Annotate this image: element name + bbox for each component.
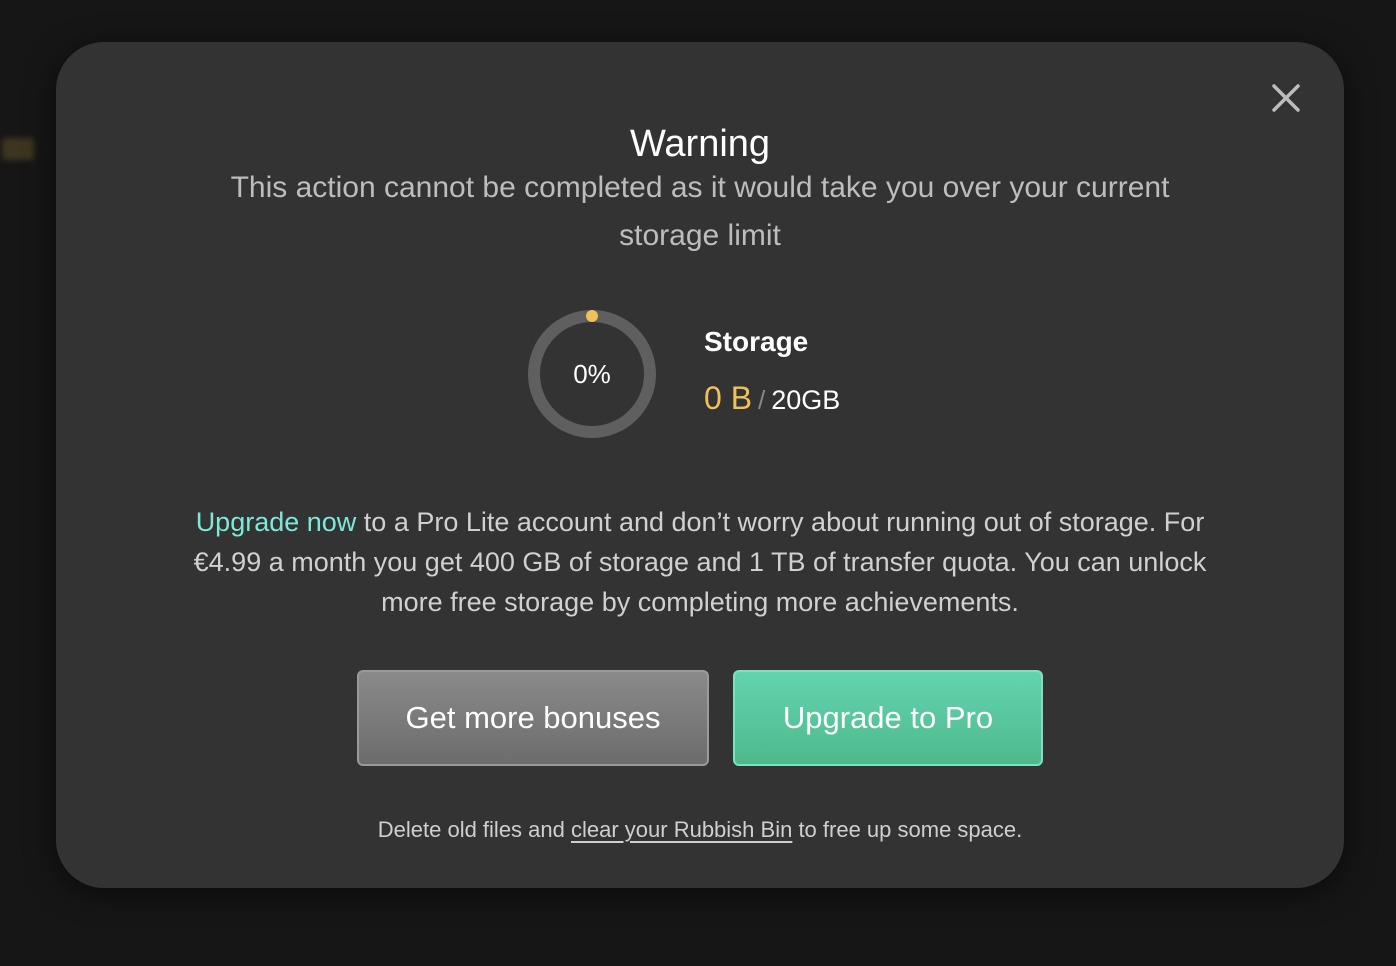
- dialog-description: This action cannot be completed as it wo…: [230, 171, 1170, 252]
- background-text-blur: [2, 76, 52, 92]
- storage-title: Storage: [704, 326, 809, 357]
- footer-text-after: to free up some space.: [792, 817, 1023, 842]
- get-more-bonuses-button[interactable]: Get more bonuses: [357, 670, 709, 766]
- close-button[interactable]: [1266, 78, 1306, 118]
- background-folder-icon: [2, 138, 34, 160]
- storage-total-value: 20GB: [771, 385, 841, 415]
- storage-usage: 0 B/20GB: [704, 378, 840, 425]
- clear-rubbish-bin-link[interactable]: clear your Rubbish Bin: [571, 817, 792, 842]
- storage-progress-ring: 0%: [526, 308, 658, 440]
- upgrade-to-pro-button[interactable]: Upgrade to Pro: [733, 670, 1043, 766]
- upsell-text: Upgrade now to a Pro Lite account and do…: [160, 502, 1240, 622]
- close-icon: [1272, 84, 1300, 112]
- footer-hint: Delete old files and clear your Rubbish …: [56, 814, 1344, 846]
- footer-text-before: Delete old files and: [377, 817, 571, 842]
- storage-used-value: 0 B: [704, 380, 753, 416]
- storage-warning-dialog: Warning This action cannot be completed …: [56, 42, 1344, 888]
- storage-percent-label: 0%: [573, 359, 611, 389]
- storage-separator: /: [758, 385, 766, 415]
- dialog-title: Warning: [629, 123, 771, 165]
- upgrade-now-link[interactable]: Upgrade now: [196, 507, 357, 537]
